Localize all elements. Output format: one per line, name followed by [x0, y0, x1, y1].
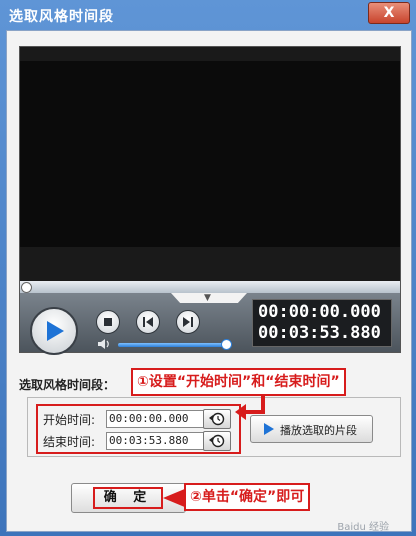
- volume-knob[interactable]: [221, 339, 232, 350]
- play-button[interactable]: [30, 307, 78, 355]
- end-time-input[interactable]: 00:03:53.880: [106, 432, 204, 450]
- annotation-callout-1: ①设置“开始时间”和“结束时间”: [131, 368, 346, 396]
- seek-bar[interactable]: [20, 281, 400, 293]
- end-time-label: 结束时间:: [43, 435, 96, 449]
- clock-arrow-icon: [209, 412, 225, 426]
- volume-icon[interactable]: [97, 338, 111, 350]
- window-title: 选取风格时间段: [9, 9, 114, 25]
- stop-icon: [104, 318, 112, 326]
- stop-button[interactable]: [96, 310, 120, 334]
- annotation-callout-2: ②单击“确定”即可: [184, 483, 311, 511]
- title-bar[interactable]: 选取风格时间段 X: [0, 0, 416, 30]
- section-label: 选取风格时间段：: [19, 378, 116, 392]
- step-forward-icon: [183, 317, 193, 327]
- clock-arrow-icon: [209, 434, 225, 448]
- previous-frame-button[interactable]: [136, 310, 160, 334]
- current-time: 00:00:00.000: [258, 302, 381, 322]
- dialog-window: 选取风格时间段 X 00:00:00.000 00:03:53.880 ▼ 选取…: [0, 0, 416, 536]
- time-display: 00:00:00.000 00:03:53.880: [252, 299, 392, 347]
- ok-button-label: 确 定: [93, 487, 163, 509]
- close-button[interactable]: X: [368, 2, 410, 24]
- step-back-icon: [143, 317, 153, 327]
- watermark: Baidu 经验: [337, 522, 389, 533]
- video-frame: [20, 61, 400, 247]
- seek-knob[interactable]: [21, 282, 32, 293]
- set-end-time-button[interactable]: [203, 431, 231, 451]
- start-time-label: 开始时间:: [43, 413, 96, 427]
- play-icon: [47, 321, 64, 341]
- volume-slider[interactable]: [118, 343, 226, 347]
- dialog-body: 00:00:00.000 00:03:53.880 ▼ 选取风格时间段： 开始时…: [6, 30, 412, 533]
- annotation-arrow-1: [235, 395, 265, 420]
- video-area[interactable]: [20, 47, 400, 281]
- total-time: 00:03:53.880: [258, 323, 381, 343]
- video-player: 00:00:00.000 00:03:53.880 ▼: [19, 46, 401, 355]
- play-segment-label: 播放选取的片段: [280, 424, 357, 437]
- chevron-down-icon[interactable]: ▼: [204, 293, 211, 303]
- next-frame-button[interactable]: [176, 310, 200, 334]
- start-time-input[interactable]: 00:00:00.000: [106, 410, 204, 428]
- set-start-time-button[interactable]: [203, 409, 231, 429]
